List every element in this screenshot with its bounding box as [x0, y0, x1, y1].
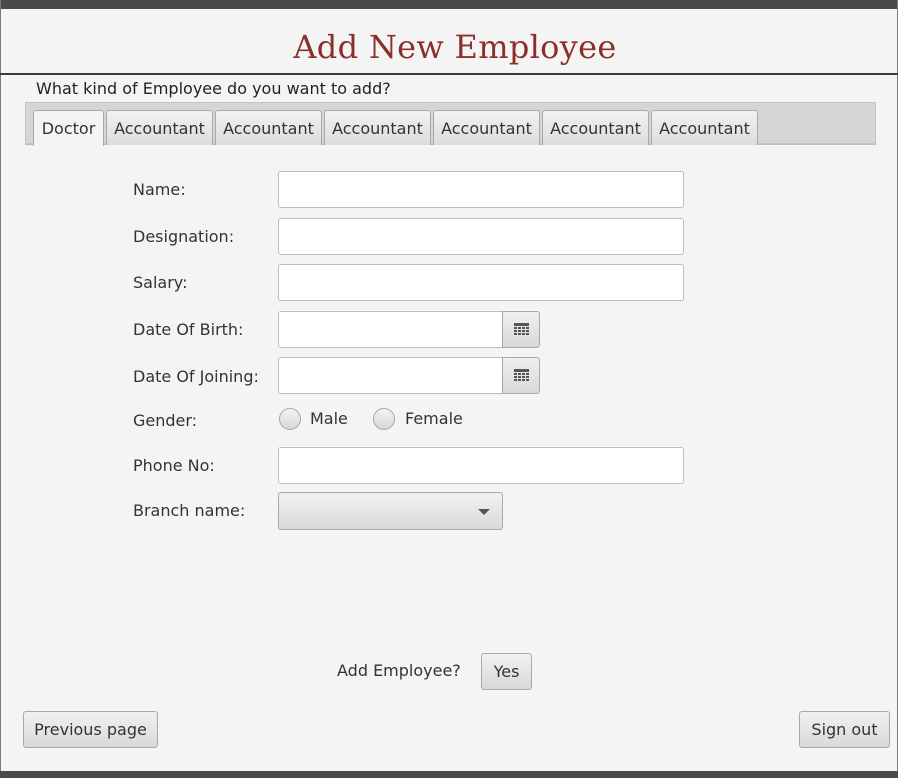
- yes-button[interactable]: Yes: [481, 653, 532, 690]
- window-left-border: [0, 0, 1, 778]
- name-label: Name:: [133, 180, 186, 199]
- gender-female-label[interactable]: Female: [405, 409, 463, 428]
- phone-label: Phone No:: [133, 456, 215, 475]
- branch-label: Branch name:: [133, 501, 246, 520]
- tab-accountant-1[interactable]: Accountant: [106, 110, 213, 145]
- tab-accountant-4[interactable]: Accountant: [433, 110, 540, 145]
- gender-label: Gender:: [133, 411, 198, 430]
- tab-accountant-3[interactable]: Accountant: [324, 110, 431, 145]
- dob-input[interactable]: [278, 311, 503, 348]
- phone-input[interactable]: [278, 447, 684, 484]
- doj-label: Date Of Joining:: [133, 367, 259, 386]
- tab-accountant-2[interactable]: Accountant: [215, 110, 322, 145]
- previous-page-button[interactable]: Previous page: [23, 711, 158, 748]
- window-bottom-border: [0, 771, 898, 778]
- employee-type-question: What kind of Employee do you want to add…: [36, 79, 391, 98]
- designation-label: Designation:: [133, 227, 235, 246]
- window-top-border: [0, 0, 898, 9]
- add-employee-prompt: Add Employee?: [337, 661, 461, 680]
- page-title: Add New Employee: [293, 28, 617, 66]
- dob-date-picker: [278, 311, 540, 348]
- tab-doctor[interactable]: Doctor: [33, 110, 104, 146]
- calendar-icon: [514, 323, 529, 335]
- tab-accountant-6[interactable]: Accountant: [651, 110, 758, 145]
- name-input[interactable]: [278, 171, 684, 208]
- branch-select[interactable]: [278, 492, 503, 530]
- gender-female-radio[interactable]: [373, 408, 395, 430]
- doj-date-picker: [278, 357, 540, 394]
- gender-male-label[interactable]: Male: [310, 409, 348, 428]
- salary-label: Salary:: [133, 273, 188, 292]
- dob-label: Date Of Birth:: [133, 320, 244, 339]
- gender-male-radio[interactable]: [279, 408, 301, 430]
- salary-input[interactable]: [278, 264, 684, 301]
- doj-input[interactable]: [278, 357, 503, 394]
- sign-out-button[interactable]: Sign out: [799, 711, 890, 748]
- designation-input[interactable]: [278, 218, 684, 255]
- doj-calendar-button[interactable]: [502, 357, 540, 394]
- dob-calendar-button[interactable]: [502, 311, 540, 348]
- calendar-icon: [514, 369, 529, 381]
- title-divider: [0, 73, 898, 75]
- tab-accountant-5[interactable]: Accountant: [542, 110, 649, 145]
- chevron-down-icon: [478, 509, 490, 515]
